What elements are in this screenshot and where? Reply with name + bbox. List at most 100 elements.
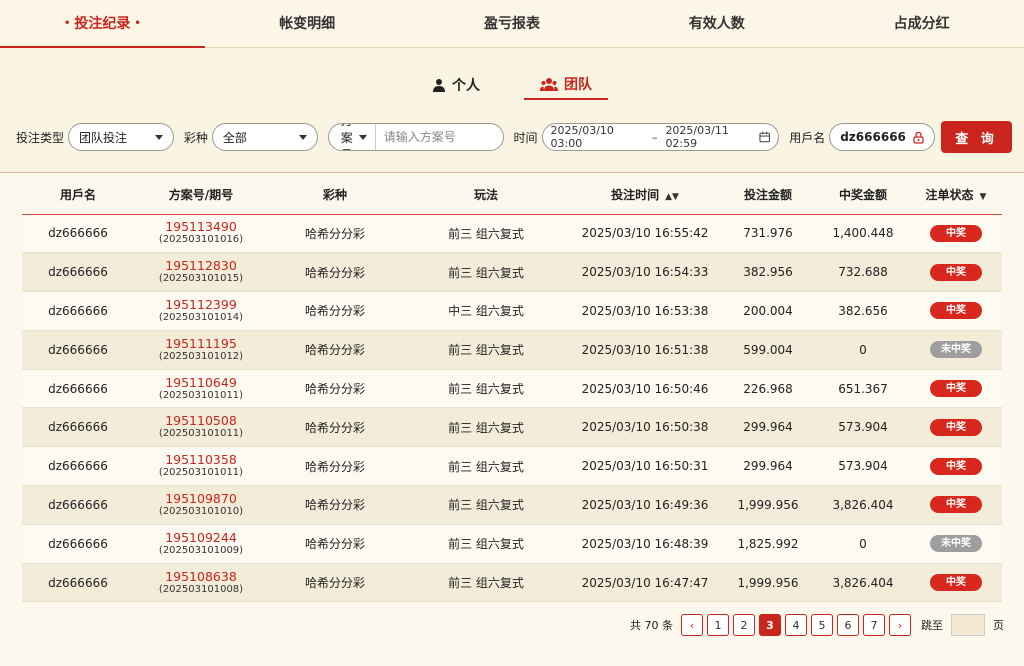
period-number: (202503101010): [158, 505, 244, 517]
chevron-down-icon: [358, 134, 367, 140]
scheme-number-link[interactable]: 195112830: [134, 259, 268, 273]
date-range-picker[interactable]: 2025/03/10 03:00 – 2025/03/11 02:59: [541, 123, 780, 151]
cell-status: 中奖: [910, 214, 1002, 254]
table-row: dz666666 195110358 (202503101011) 哈希分分彩 前三 组…: [22, 446, 1002, 487]
tab-bet-records[interactable]: • 投注纪录 •: [0, 0, 205, 48]
page-suffix: 页: [993, 619, 1004, 632]
time-label: 时间: [513, 130, 538, 145]
tab-label: 帐变明细: [279, 16, 336, 32]
cell-win-amount: 573.904: [816, 446, 910, 487]
cell-lottery: 哈希分分彩: [268, 563, 402, 603]
username-label: 用戶名: [789, 130, 826, 145]
page-button[interactable]: 6: [837, 614, 859, 636]
cell-scheme-period: 195111195 (202503101012): [134, 330, 268, 370]
col-status-label: 注单状态: [925, 188, 974, 203]
period-number: (202503101008): [158, 583, 244, 595]
cell-win-amount: 0: [816, 330, 910, 370]
tab-profit-report[interactable]: 盈亏报表: [410, 0, 615, 47]
status-badge: 未中奖: [930, 535, 982, 553]
cell-bet-amount: 382.956: [720, 252, 816, 293]
dot-icon: •: [134, 18, 141, 29]
scheme-number-link[interactable]: 195111195: [134, 336, 268, 351]
cell-lottery: 哈希分分彩: [268, 407, 402, 448]
cell-status: 中奖: [910, 485, 1002, 525]
team-toggle[interactable]: 团队: [524, 70, 608, 100]
scope-toggle: 个人 团队: [0, 70, 1024, 100]
table-row: dz666666 195112399 (202503101014) 哈希分分彩 中三 组…: [22, 291, 1002, 331]
cell-username: dz666666: [22, 330, 134, 370]
cell-win-amount: 3,826.404: [816, 485, 910, 525]
col-status[interactable]: 注单状态 ▼: [910, 176, 1002, 215]
page-button[interactable]: 4: [785, 614, 807, 636]
scheme-number-link[interactable]: 195112399: [134, 297, 268, 312]
status-badge: 中奖: [930, 457, 982, 475]
date-to: 2025/03/11 02:59: [665, 124, 729, 150]
cell-username: dz666666: [22, 524, 134, 564]
scheme-number-link[interactable]: 195110508: [134, 414, 268, 428]
search-button[interactable]: 查 询: [941, 121, 1012, 153]
cell-username: dz666666: [22, 214, 134, 254]
cell-play: 中三 组六复式: [402, 291, 570, 331]
cell-username: dz666666: [22, 485, 134, 525]
cell-bet-time: 2025/03/10 16:47:47: [570, 563, 720, 603]
col-bet-time[interactable]: 投注时间 ▲▼: [570, 176, 720, 215]
tab-label: 有效人数: [688, 16, 745, 32]
status-badge: 中奖: [930, 496, 982, 514]
scheme-number-link[interactable]: 195109870: [134, 491, 268, 506]
filter-icon[interactable]: ▼: [980, 192, 987, 202]
sort-icon[interactable]: ▲▼: [665, 192, 679, 202]
scheme-number-link[interactable]: 195110649: [134, 375, 268, 390]
cell-scheme-period: 195110649 (202503101011): [134, 369, 268, 409]
cell-bet-amount: 1,825.992: [720, 524, 816, 564]
status-badge: 未中奖: [930, 341, 982, 359]
cell-win-amount: 1,400.448: [816, 214, 910, 254]
tab-account-changes[interactable]: 帐变明细: [205, 0, 410, 47]
page-button[interactable]: 3: [759, 614, 781, 636]
username-field[interactable]: dz666666: [829, 123, 936, 151]
personal-toggle[interactable]: 个人: [416, 70, 496, 100]
cell-play: 前三 组六复式: [402, 446, 570, 487]
filter-bar: 投注类型 团队投注 彩种 全部 方案号 时间 2025/03/10 03:00 …: [16, 121, 1012, 153]
next-page-button[interactable]: ›: [889, 614, 911, 636]
tab-label: 占成分红: [893, 16, 950, 32]
cell-username: dz666666: [22, 563, 134, 603]
col-play: 玩法: [402, 176, 570, 215]
cell-status: 中奖: [910, 407, 1002, 448]
status-badge: 中奖: [930, 380, 982, 398]
page-button[interactable]: 1: [707, 614, 729, 636]
cell-bet-time: 2025/03/10 16:50:46: [570, 369, 720, 409]
scheme-number-input[interactable]: [375, 130, 503, 144]
col-win-amount: 中奖金额: [816, 176, 910, 215]
cell-scheme-period: 195109244 (202503101009): [134, 524, 268, 564]
scheme-number-link[interactable]: 195109244: [134, 530, 268, 545]
total-count: 共 70 条: [630, 619, 673, 632]
scheme-number-link[interactable]: 195113490: [134, 220, 268, 234]
username-value: dz666666: [840, 130, 906, 144]
cell-bet-amount: 1,999.956: [720, 563, 816, 603]
scheme-number-link[interactable]: 195108638: [134, 569, 268, 584]
pagination: 共 70 条 ‹ 1234567 › 跳至 页: [630, 614, 1004, 636]
tab-active-users[interactable]: 有效人数: [614, 0, 819, 47]
table-row: dz666666 195111195 (202503101012) 哈希分分彩 前三 组…: [22, 330, 1002, 370]
scheme-type-select[interactable]: 方案号: [329, 124, 376, 150]
col-bet-time-label: 投注时间: [611, 188, 660, 203]
page-button[interactable]: 5: [811, 614, 833, 636]
cell-win-amount: 732.688: [816, 252, 910, 293]
scheme-search-group: 方案号: [327, 123, 504, 151]
bet-type-select[interactable]: 团队投注: [68, 123, 174, 151]
prev-page-button[interactable]: ‹: [681, 614, 703, 636]
page-button[interactable]: 2: [733, 614, 755, 636]
status-badge: 中奖: [930, 418, 982, 436]
scheme-number-link[interactable]: 195110358: [134, 453, 268, 467]
page-button[interactable]: 7: [863, 614, 885, 636]
cell-lottery: 哈希分分彩: [268, 485, 402, 525]
lottery-select[interactable]: 全部: [211, 123, 318, 151]
lottery-value: 全部: [222, 130, 247, 145]
jump-page-input[interactable]: [951, 614, 985, 636]
top-tab-bar: • 投注纪录 • 帐变明细 盈亏报表 有效人数 占成分红: [0, 0, 1024, 48]
col-scheme-period: 方案号/期号: [134, 176, 268, 215]
period-number: (202503101015): [158, 273, 244, 285]
jump-label: 跳至: [921, 619, 943, 632]
tab-share-dividend[interactable]: 占成分红: [819, 0, 1024, 47]
status-badge: 中奖: [930, 224, 982, 242]
